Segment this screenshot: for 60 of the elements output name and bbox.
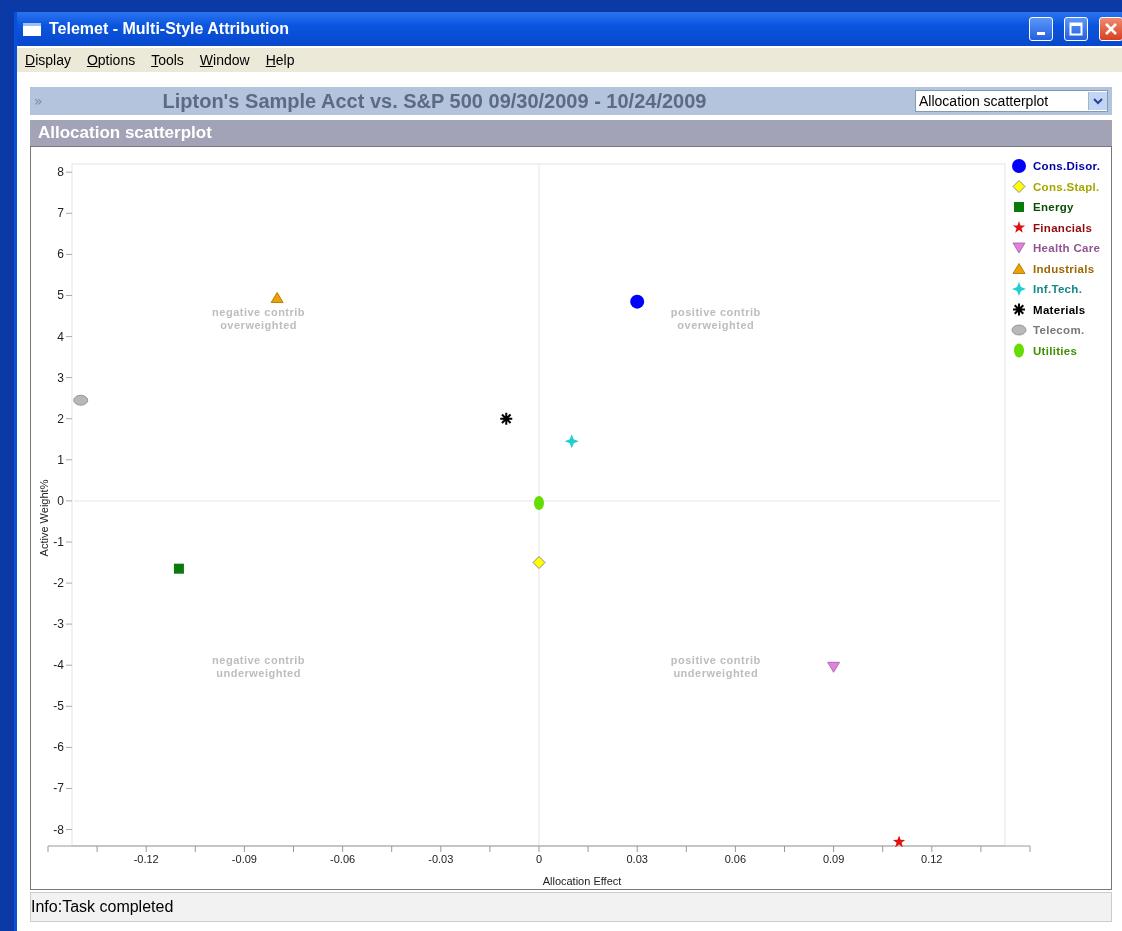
legend-label: Materials — [1033, 303, 1086, 316]
maximize-icon — [1069, 22, 1083, 36]
x-tick-label: 0.09 — [822, 853, 845, 865]
chevron-down-icon — [1088, 92, 1107, 110]
legend-label: Telecom. — [1033, 324, 1085, 336]
menu-item[interactable]: Window — [199, 52, 250, 68]
x-tick-label: -0.12 — [133, 853, 159, 865]
y-tick-label: 2 — [57, 411, 64, 426]
y-tick-label: 4 — [57, 329, 64, 344]
x-tick-label: -0.06 — [330, 853, 356, 865]
x-tick-label: -0.03 — [428, 853, 454, 865]
close-button[interactable] — [1099, 17, 1122, 41]
x-tick-label: 0.03 — [626, 853, 648, 865]
menu-item[interactable]: Display — [25, 52, 71, 68]
minimize-icon — [1037, 31, 1045, 35]
menu-item[interactable]: Tools — [151, 52, 184, 68]
section-title: Allocation scatterplot — [30, 120, 1112, 146]
report-title: Lipton's Sample Acct vs. S&P 500 09/30/2009 - 10/24/2009 — [161, 89, 708, 113]
x-axis-title: Allocation Effect — [542, 875, 622, 887]
y-tick-label: -1 — [53, 535, 64, 549]
app-icon — [23, 22, 41, 36]
view-dropdown[interactable]: Allocation scatterplot — [915, 90, 1108, 112]
legend-label: Utilities — [1033, 344, 1078, 357]
x-tick-label: 0.12 — [921, 853, 943, 865]
maximize-button[interactable] — [1064, 17, 1088, 41]
y-tick-label: 6 — [57, 247, 64, 262]
y-tick-label: 8 — [57, 165, 64, 180]
quadrant-label: positive contrib underweighted — [670, 653, 761, 679]
x-tick-label: -0.09 — [231, 853, 257, 865]
window-title: Telemet - Multi-Style Attribution — [49, 20, 290, 38]
legend-label: Health Care — [1033, 242, 1101, 254]
legend-label: Energy — [1033, 201, 1074, 213]
y-tick-label: 5 — [57, 288, 64, 303]
legend-label: Cons.Stapl. — [1033, 180, 1100, 193]
x-tick-label: 0.06 — [724, 853, 747, 865]
y-tick-label: -7 — [53, 781, 64, 796]
y-tick-label: -3 — [53, 617, 64, 632]
menu-item[interactable]: Options — [86, 52, 136, 68]
y-tick-label: -8 — [53, 822, 64, 837]
quadrant-label: positive contrib overweighted — [670, 305, 761, 331]
status-text: Info:Task completed — [31, 898, 174, 916]
y-tick-label: -4 — [53, 658, 64, 673]
minimize-button[interactable] — [1029, 17, 1053, 41]
y-tick-label: 1 — [57, 452, 64, 467]
quadrant-label: negative contrib overweighted — [212, 305, 306, 331]
legend-label: Inf.Tech. — [1033, 283, 1083, 295]
y-tick-label: -6 — [53, 740, 64, 755]
y-tick-label: 0 — [57, 493, 64, 508]
close-icon — [1104, 22, 1118, 36]
y-axis-title: Active Weight% — [38, 479, 50, 557]
y-tick-label: 7 — [57, 206, 64, 221]
y-tick-label: -2 — [53, 576, 64, 591]
menu-item[interactable]: Help — [265, 52, 295, 68]
x-tick-label: 0 — [535, 853, 543, 865]
legend-label: Industrials — [1033, 262, 1095, 275]
y-tick-label: 3 — [57, 370, 64, 385]
legend-label: Financials — [1033, 221, 1093, 234]
legend-label: Cons.Disor. — [1033, 160, 1101, 172]
y-tick-label: -5 — [53, 699, 64, 714]
quadrant-label: negative contrib underweighted — [212, 653, 306, 679]
